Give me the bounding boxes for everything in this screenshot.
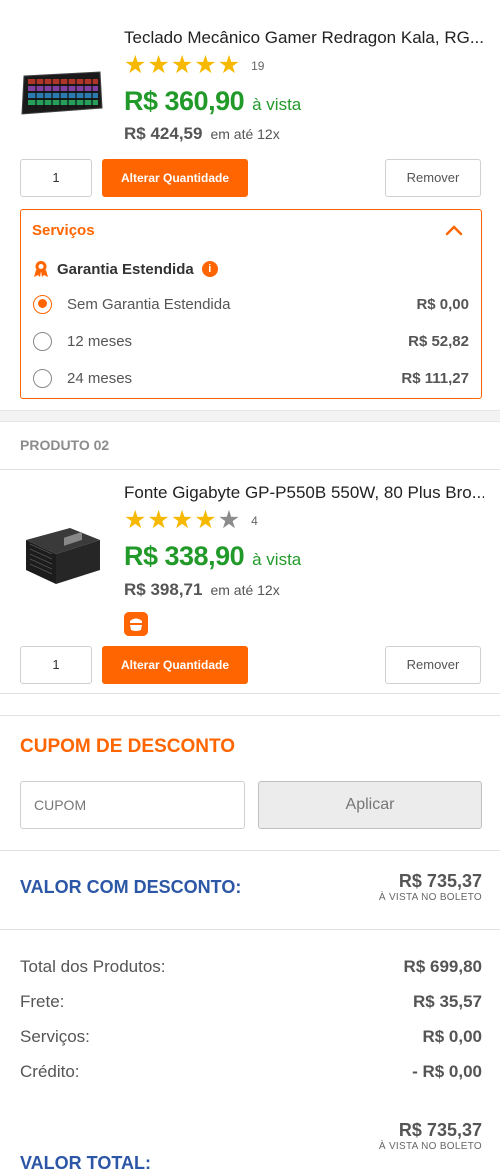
discount-amount: R$ 735,37 [398,871,482,891]
cash-price: R$ 338,90 à vista [124,541,301,572]
summary-label: Total dos Produtos: [20,957,166,976]
summary-value: R$ 699,80 [403,957,482,976]
warranty-label: Garantia Estendida [57,260,194,278]
award-ribbon-icon [34,261,48,277]
price-label: à vista [252,95,302,114]
cash-price: R$ 360,90 à vista [124,86,301,117]
star-icon: ★ [147,506,170,534]
rating-stars: ★ ★ ★ ★ ★ 4 [124,508,258,533]
warranty-option-24[interactable]: 24 meses R$ 111,27 [33,367,469,389]
star-icon: ★ [170,506,194,534]
summary-value: R$ 0,00 [422,1027,482,1046]
summary-label: Frete: [20,992,65,1011]
update-quantity-button[interactable]: Alterar Quantidade [102,159,248,197]
warranty-option-none[interactable]: Sem Garantia Estendida R$ 0,00 [33,293,469,315]
star-icon: ★ [170,51,194,79]
summary-row-credit: Crédito: - R$ 0,00 [20,1062,482,1082]
summary-row-services: Serviços: R$ 0,00 [20,1027,482,1047]
installment-price: R$ 424,59 em até 12x [124,124,280,144]
star-icon: ★ [124,506,147,534]
keyboard-product-image[interactable] [20,60,104,126]
rating-count: 19 [251,58,265,73]
chevron-up-icon[interactable] [445,224,463,236]
price-value: R$ 360,90 [124,86,245,116]
quantity-input[interactable]: 1 [20,159,92,197]
discount-value: R$ 735,37 À VISTA NO BOLETO [379,871,482,903]
divider [0,693,500,694]
divider [0,929,500,930]
option-label: Sem Garantia Estendida [67,295,231,313]
price-value: R$ 338,90 [124,541,245,571]
total-value: R$ 735,37 À VISTA NO BOLETO [379,1120,482,1152]
option-price: R$ 111,27 [401,369,469,387]
option-label: 24 meses [67,369,133,387]
star-icon: ★ [124,51,147,79]
quantity-input[interactable]: 1 [20,646,92,684]
update-quantity-button[interactable]: Alterar Quantidade [102,646,248,684]
coupon-input[interactable]: CUPOM [20,781,245,829]
installment-label: em até 12x [210,126,280,142]
rating-stars: ★ ★ ★ ★ ★ 19 [124,53,264,78]
star-icon: ★ [194,51,217,79]
total-value-label: VALOR TOTAL: [20,1153,151,1172]
installment-price: R$ 398,71 em até 12x [124,580,280,600]
star-icon: ★ [147,51,170,79]
summary-label: Serviços: [20,1027,90,1046]
radio-unselected-icon[interactable] [33,331,52,351]
option-price: R$ 52,82 [408,332,469,350]
total-amount: R$ 735,37 [398,1120,482,1140]
store-badge-icon [124,612,148,636]
warranty-option-12[interactable]: 12 meses R$ 52,82 [33,330,469,352]
section-divider [0,410,500,422]
remove-button[interactable]: Remover [385,646,481,684]
summary-row-products: Total dos Produtos: R$ 699,80 [20,957,482,977]
services-panel: Serviços Garantia Estendida i Sem Garant… [20,209,482,399]
star-icon: ★ [217,51,241,79]
divider [0,469,500,470]
remove-button[interactable]: Remover [385,159,481,197]
installment-value: R$ 398,71 [124,580,203,599]
radio-unselected-icon[interactable] [33,368,52,388]
discount-value-label: VALOR COM DESCONTO: [20,877,242,897]
product-title[interactable]: Teclado Mecânico Gamer Redragon Kala, RG… [124,28,484,48]
radio-selected-icon[interactable] [33,294,52,314]
summary-value: - R$ 0,00 [412,1062,482,1081]
apply-coupon-button[interactable]: Aplicar [258,781,482,829]
option-price: R$ 0,00 [416,295,469,313]
divider [0,850,500,851]
summary-label: Crédito: [20,1062,80,1081]
rating-count: 4 [251,513,258,528]
star-empty-icon: ★ [217,506,241,534]
installment-value: R$ 424,59 [124,124,203,143]
total-note: À VISTA NO BOLETO [378,1141,482,1152]
divider [0,715,500,716]
option-label: 12 meses [67,332,133,350]
info-icon[interactable]: i [201,261,218,277]
product-section-label: PRODUTO 02 [20,437,110,453]
coupon-title: CUPOM DE DESCONTO [20,736,236,757]
summary-value: R$ 35,57 [413,992,482,1011]
summary-row-shipping: Frete: R$ 35,57 [20,992,482,1012]
warranty-header: Garantia Estendida i [33,260,218,278]
product-title[interactable]: Fonte Gigabyte GP-P550B 550W, 80 Plus Br… [124,483,484,503]
installment-label: em até 12x [210,582,280,598]
services-title[interactable]: Serviços [32,222,95,239]
star-icon: ★ [194,506,217,534]
power-supply-product-image[interactable] [20,522,104,588]
price-label: à vista [252,550,302,569]
discount-note: À VISTA NO BOLETO [378,892,482,903]
